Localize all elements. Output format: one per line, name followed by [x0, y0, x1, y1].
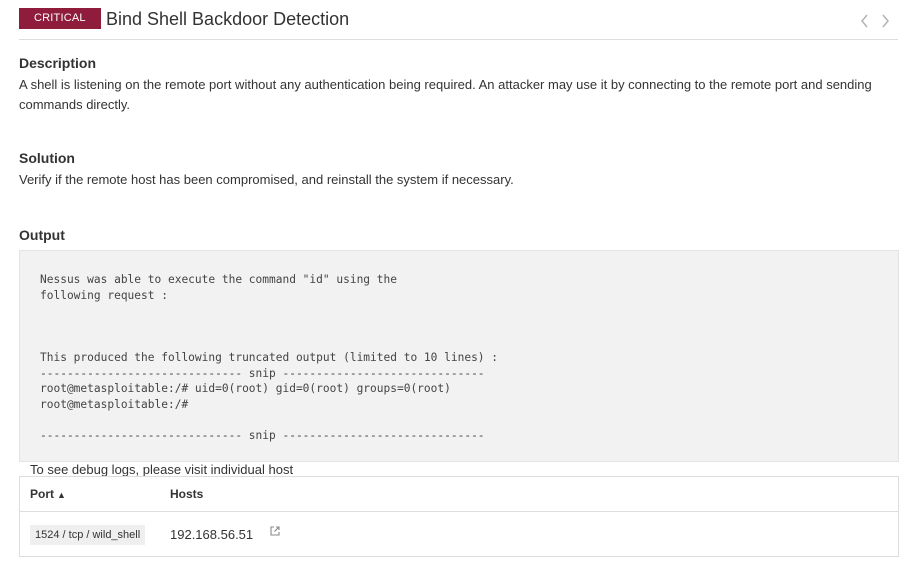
- chevron-left-icon[interactable]: [858, 12, 872, 30]
- chevron-right-icon[interactable]: [878, 12, 892, 30]
- output-heading: Output: [19, 227, 65, 243]
- hosts-table: Port ▲ Hosts 1524 / tcp / wild_shell 192.…: [19, 476, 899, 557]
- output-box: Nessus was able to execute the command "…: [19, 250, 899, 462]
- port-badge: 1524 / tcp / wild_shell: [30, 525, 146, 545]
- description-text: A shell is listening on the remote port …: [19, 77, 872, 112]
- solution-heading: Solution: [19, 150, 75, 166]
- output-text: Nessus was able to execute the command "…: [40, 273, 499, 442]
- table-row: 1524 / tcp / wild_shell 192.168.56.51: [20, 512, 898, 557]
- plugin-navigation: [858, 12, 894, 30]
- table-header: Port ▲ Hosts: [20, 477, 898, 512]
- hosts-column-header[interactable]: Hosts: [170, 487, 203, 501]
- port-column-label: Port: [30, 487, 54, 501]
- sort-ascending-icon: ▲: [57, 490, 66, 500]
- plugin-title: Bind Shell Backdoor Detection: [106, 9, 350, 29]
- plugin-header: CRITICAL Bind Shell Backdoor Detection: [19, 0, 898, 40]
- external-link-icon[interactable]: [270, 523, 280, 536]
- solution-text: Verify if the remote host has been compr…: [19, 172, 514, 187]
- description-heading: Description: [19, 55, 97, 71]
- port-column-header[interactable]: Port ▲: [30, 487, 66, 501]
- severity-badge: CRITICAL: [19, 8, 101, 29]
- host-ip[interactable]: 192.168.56.51: [170, 527, 253, 543]
